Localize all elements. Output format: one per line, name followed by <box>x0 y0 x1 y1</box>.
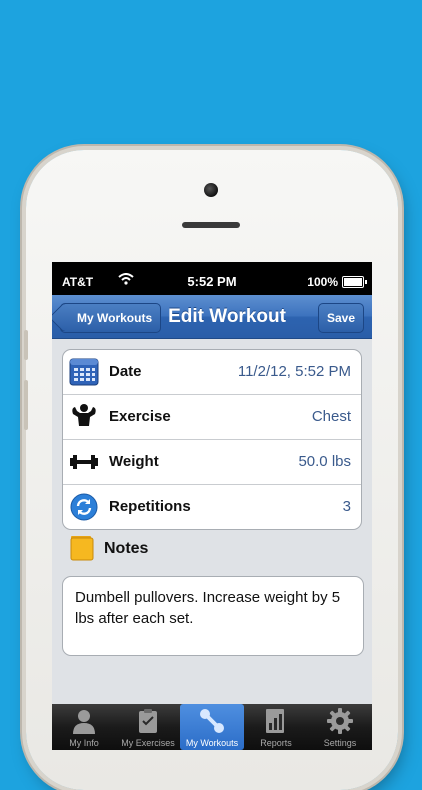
field-row-exercise[interactable]: Exercise Chest <box>63 395 361 440</box>
report-icon <box>263 708 289 734</box>
tab-my-workouts[interactable]: My Workouts <box>180 704 244 750</box>
back-button[interactable]: My Workouts <box>60 303 162 333</box>
dumbbell-icon <box>69 447 99 477</box>
tab-reports[interactable]: Reports <box>244 704 308 750</box>
tab-settings[interactable]: Settings <box>308 704 372 750</box>
battery-percent: 100% <box>307 275 338 289</box>
tab-label-settings: Settings <box>323 738 357 748</box>
field-value-weight: 50.0 lbs <box>298 453 351 470</box>
tab-bar: My Info My Exercises My Workouts Reports… <box>52 704 372 750</box>
field-label-repetitions: Repetitions <box>109 498 191 515</box>
calendar-icon <box>69 357 99 387</box>
field-row-repetitions[interactable]: Repetitions 3 <box>63 485 361 529</box>
app-screen: AT&T 5:52 PM 100% My Workouts Edit Worko… <box>52 262 372 750</box>
front-camera <box>204 183 218 197</box>
person-icon <box>71 708 97 734</box>
notes-label: Notes <box>104 540 149 557</box>
clipboard-icon <box>135 708 161 734</box>
notes-text-area[interactable]: Dumbell pullovers. Increase weight by 5 … <box>62 576 364 656</box>
field-value-date: 11/2/12, 5:52 PM <box>237 363 351 380</box>
phone-volume-button-2 <box>24 380 28 430</box>
status-bar: AT&T 5:52 PM 100% <box>52 262 372 295</box>
battery-icon <box>342 276 367 288</box>
field-label-date: Date <box>109 363 142 380</box>
tab-label-my-exercises: My Exercises <box>121 738 175 748</box>
back-button-label: My Workouts <box>77 311 153 325</box>
navigation-bar: My Workouts Edit Workout Save <box>52 295 372 339</box>
tab-label-reports: Reports <box>260 738 292 748</box>
tab-label-my-info: My Info <box>69 738 99 748</box>
field-label-weight: Weight <box>109 453 159 470</box>
repeat-icon <box>69 492 99 522</box>
muscle-icon <box>69 402 99 432</box>
tab-my-info[interactable]: My Info <box>52 704 116 750</box>
folder-icon <box>70 535 94 561</box>
save-button[interactable]: Save <box>318 303 364 333</box>
content-area: Date 11/2/12, 5:52 PM Exercise Chest Wei… <box>52 339 372 719</box>
tab-my-exercises[interactable]: My Exercises <box>116 704 180 750</box>
field-value-repetitions: 3 <box>342 498 351 515</box>
field-label-exercise: Exercise <box>109 408 171 425</box>
earpiece-speaker <box>182 222 240 228</box>
field-row-date[interactable]: Date 11/2/12, 5:52 PM <box>63 350 361 395</box>
field-value-exercise: Chest <box>311 408 351 425</box>
workout-icon <box>199 708 225 734</box>
tab-label-my-workouts: My Workouts <box>185 738 239 748</box>
workout-fields-group: Date 11/2/12, 5:52 PM Exercise Chest Wei… <box>62 349 362 530</box>
field-row-weight[interactable]: Weight 50.0 lbs <box>63 440 361 485</box>
phone-volume-button <box>24 330 28 360</box>
gear-icon <box>327 708 353 734</box>
